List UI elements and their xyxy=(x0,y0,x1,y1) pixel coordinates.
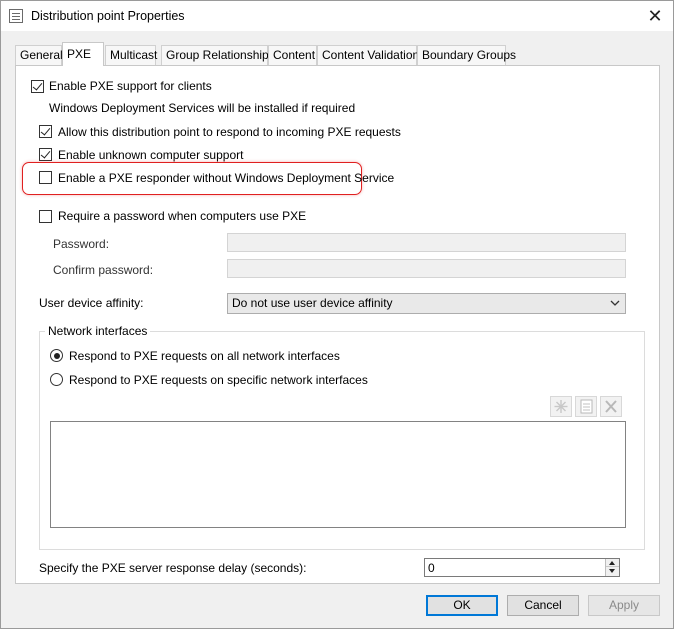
specific-interfaces-radio[interactable] xyxy=(50,373,63,386)
network-interfaces-list[interactable] xyxy=(50,421,626,528)
pxe-responder-checkbox[interactable] xyxy=(39,171,52,184)
tab-content[interactable]: Content xyxy=(268,45,317,65)
tab-general[interactable]: General xyxy=(15,45,63,65)
cancel-button[interactable]: Cancel xyxy=(507,595,579,616)
properties-dialog: Distribution point Properties ✕ General … xyxy=(0,0,674,629)
enable-pxe-checkbox[interactable] xyxy=(31,80,44,93)
all-interfaces-radio[interactable] xyxy=(50,349,63,362)
unknown-computer-label: Enable unknown computer support xyxy=(58,148,244,162)
arrow-up-icon xyxy=(609,561,615,565)
window-title: Distribution point Properties xyxy=(31,9,185,23)
user-affinity-value: Do not use user device affinity xyxy=(232,296,393,310)
require-password-checkbox[interactable] xyxy=(39,210,52,223)
arrow-down-icon xyxy=(609,569,615,573)
confirm-password-label: Confirm password: xyxy=(53,263,154,277)
tab-group-relationships[interactable]: Group Relationships xyxy=(161,45,275,65)
password-field[interactable] xyxy=(227,233,626,252)
user-affinity-select[interactable]: Do not use user device affinity xyxy=(227,293,626,314)
properties-interface-button[interactable] xyxy=(575,396,597,417)
stepper-down-button[interactable] xyxy=(606,567,619,575)
tab-pxe[interactable]: PXE xyxy=(62,42,104,66)
enable-pxe-label: Enable PXE support for clients xyxy=(49,79,212,93)
properties-sheet-icon xyxy=(580,399,593,414)
starburst-icon xyxy=(554,400,568,413)
new-interface-button[interactable] xyxy=(550,396,572,417)
response-delay-label: Specify the PXE server response delay (s… xyxy=(39,561,307,575)
chevron-down-icon xyxy=(610,300,620,306)
response-delay-value: 0 xyxy=(428,561,435,575)
allow-respond-checkbox[interactable] xyxy=(39,125,52,138)
response-delay-stepper[interactable]: 0 xyxy=(424,558,620,577)
user-affinity-label: User device affinity: xyxy=(39,296,144,310)
close-button[interactable]: ✕ xyxy=(645,6,665,26)
pxe-responder-label: Enable a PXE responder without Windows D… xyxy=(58,171,395,185)
password-label: Password: xyxy=(53,237,110,251)
specific-interfaces-label: Respond to PXE requests on specific netw… xyxy=(69,373,368,387)
network-interfaces-title: Network interfaces xyxy=(45,324,151,338)
wds-note: Windows Deployment Services will be inst… xyxy=(49,101,356,115)
unknown-computer-checkbox[interactable] xyxy=(39,148,52,161)
ok-button[interactable]: OK xyxy=(426,595,498,616)
stepper-buttons xyxy=(605,559,619,576)
apply-button[interactable]: Apply xyxy=(588,595,660,616)
properties-icon xyxy=(9,9,23,23)
require-password-label: Require a password when computers use PX… xyxy=(58,209,307,223)
stepper-up-button[interactable] xyxy=(606,559,619,567)
tab-content-validation[interactable]: Content Validation xyxy=(317,45,419,65)
title-bar: Distribution point Properties ✕ xyxy=(1,1,673,31)
delete-interface-button[interactable] xyxy=(600,396,622,417)
tab-multicast[interactable]: Multicast xyxy=(105,45,157,65)
tab-boundary-groups[interactable]: Boundary Groups xyxy=(417,45,516,65)
confirm-password-field[interactable] xyxy=(227,259,626,278)
delete-x-icon xyxy=(605,400,617,413)
allow-respond-label: Allow this distribution point to respond… xyxy=(58,125,401,139)
all-interfaces-label: Respond to PXE requests on all network i… xyxy=(69,349,340,363)
